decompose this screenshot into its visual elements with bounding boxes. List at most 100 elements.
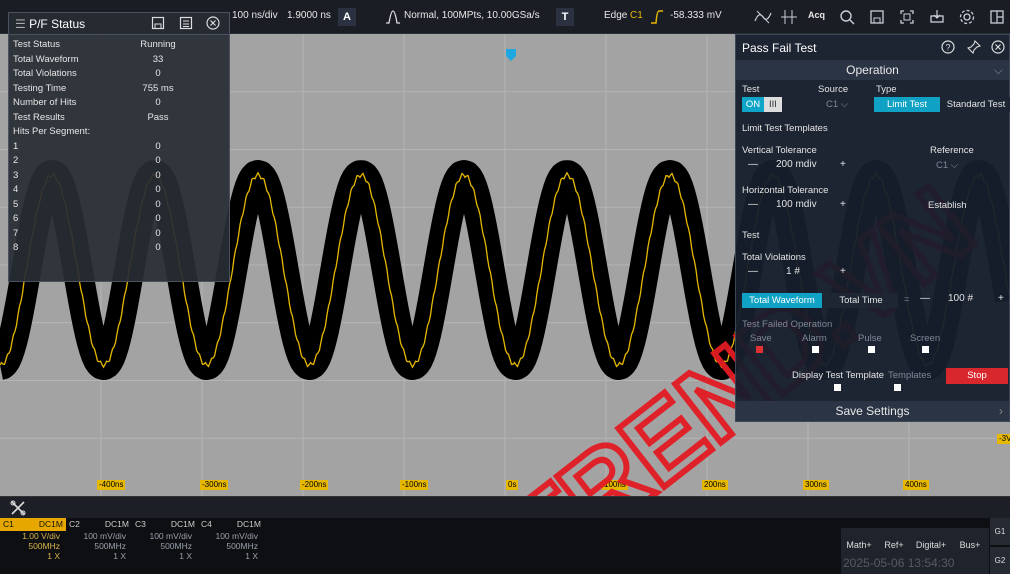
- channel-probe: 1 X: [113, 551, 126, 561]
- right-level-marker: -3V: [997, 434, 1010, 444]
- pf-status-row: 50: [13, 199, 225, 213]
- acq-icon-label[interactable]: Acq: [808, 10, 825, 20]
- minus-button[interactable]: —: [920, 293, 930, 304]
- pf-status-row: Hits Per Segment:: [13, 126, 225, 140]
- templates-checkbox[interactable]: [894, 384, 901, 391]
- trigger-source-readout[interactable]: C1: [630, 10, 643, 21]
- channel-c1-card[interactable]: C1 DC1M 1.00 V/div 500MHz 1 X: [0, 518, 66, 574]
- pin-icon[interactable]: [966, 39, 982, 57]
- channel-header: C3 DC1M: [132, 518, 198, 531]
- vertical-tolerance-value[interactable]: 200 mdiv: [776, 159, 817, 170]
- close-icon[interactable]: [991, 40, 1005, 57]
- timebase-readout[interactable]: 100 ns/div: [232, 10, 278, 21]
- test-toggle-on[interactable]: ON: [742, 97, 764, 112]
- horizontal-tolerance-stepper[interactable]: — 100 mdiv +: [742, 199, 872, 215]
- test-label: Test: [742, 84, 760, 95]
- fail-pulse-checkbox[interactable]: [868, 346, 875, 353]
- minus-button[interactable]: —: [748, 199, 758, 210]
- vertical-tolerance-stepper[interactable]: — 200 mdiv +: [742, 159, 872, 175]
- pf-status-value: 0: [155, 155, 161, 166]
- print-icon[interactable]: [926, 6, 948, 28]
- channel-bandwidth: 500MHz: [226, 541, 258, 551]
- g2-button[interactable]: G2: [990, 547, 1010, 574]
- channel-probe: 1 X: [47, 551, 60, 561]
- waveform-count-value[interactable]: 100 #: [948, 293, 973, 304]
- fail-screen-checkbox[interactable]: [922, 346, 929, 353]
- trigger-type-readout[interactable]: Edge: [604, 10, 627, 21]
- stop-button[interactable]: Stop: [946, 368, 1008, 384]
- acquisition-mode-readout[interactable]: Normal, 100MPts, 10.00GSa/s: [404, 10, 540, 21]
- bus-add-button[interactable]: Bus+: [951, 528, 989, 574]
- close-icon[interactable]: [205, 16, 221, 32]
- pf-status-key: 7: [13, 227, 19, 239]
- svg-text:?: ?: [945, 43, 950, 53]
- limit-test-button[interactable]: Limit Test: [874, 97, 940, 112]
- plus-button[interactable]: +: [998, 293, 1004, 304]
- horizontal-tolerance-value[interactable]: 100 mdiv: [776, 199, 817, 210]
- search-icon[interactable]: [836, 6, 858, 28]
- establish-button[interactable]: Establish: [928, 200, 967, 211]
- plus-button[interactable]: +: [840, 159, 846, 170]
- source-select[interactable]: C1 ⌵: [826, 99, 848, 110]
- channel-header: C2 DC1M: [66, 518, 132, 531]
- save-settings-label: Save Settings: [835, 404, 910, 418]
- channel-scale: 100 mV/div: [215, 531, 258, 541]
- total-time-button[interactable]: Total Time: [824, 293, 898, 308]
- cursor-icon[interactable]: [778, 6, 800, 28]
- fail-save-checkbox[interactable]: [756, 346, 763, 353]
- tools-icon[interactable]: [10, 500, 26, 519]
- help-icon[interactable]: ?: [941, 40, 955, 57]
- total-waveform-button[interactable]: Total Waveform: [742, 293, 822, 308]
- trigger-delay-readout[interactable]: 1.9000 ns: [287, 10, 331, 21]
- save-settings-section[interactable]: Save Settings ›: [736, 401, 1009, 421]
- channel-name: C2: [69, 519, 80, 529]
- display-template-label: Display Test Template: [792, 370, 885, 381]
- total-violations-stepper[interactable]: — 1 # +: [742, 266, 872, 282]
- channel-probe: 1 X: [245, 551, 258, 561]
- pf-status-title-text: P/F Status: [29, 17, 86, 31]
- chevron-right-icon: ›: [999, 404, 1003, 418]
- screenshot-icon[interactable]: [896, 6, 918, 28]
- waveform-count-stepper[interactable]: — 100 # +: [920, 293, 1010, 309]
- pf-status-row: Test Status Running: [13, 39, 225, 53]
- plus-button[interactable]: +: [840, 199, 846, 210]
- test-toggle-off[interactable]: III: [764, 97, 782, 112]
- pf-status-value: 0: [155, 227, 161, 239]
- pf-status-row: Test Results Pass: [13, 112, 225, 126]
- layout-icon[interactable]: [986, 6, 1008, 28]
- display-template-checkbox[interactable]: [834, 384, 841, 391]
- pf-status-key: 6: [13, 213, 19, 224]
- vertical-tolerance-label: Vertical Tolerance: [742, 145, 817, 156]
- channel-c2-card[interactable]: C2 DC1M 100 mV/div 500MHz 1 X: [66, 518, 132, 574]
- fail-alarm-checkbox[interactable]: [812, 346, 819, 353]
- pf-status-key: 8: [13, 242, 19, 253]
- save-icon[interactable]: [866, 6, 888, 28]
- chevron-down-icon: ⌵: [993, 63, 1003, 77]
- calculator-icon[interactable]: [178, 16, 194, 32]
- reference-select[interactable]: C1 ⌵: [936, 160, 958, 171]
- g1-button[interactable]: G1: [990, 518, 1010, 545]
- pf-status-header: ☰ P/F Status: [9, 13, 229, 35]
- channel-c4-card[interactable]: C4 DC1M 100 mV/div 500MHz 1 X: [198, 518, 264, 574]
- pf-status-value: 0: [155, 198, 161, 210]
- standard-test-button[interactable]: Standard Test: [942, 97, 1010, 112]
- measure-icon[interactable]: [752, 6, 774, 28]
- operation-section-header[interactable]: Operation ⌵: [736, 60, 1009, 80]
- channel-name: C4: [201, 519, 212, 529]
- trigger-level-readout[interactable]: -58.333 mV: [670, 10, 722, 21]
- minus-button[interactable]: —: [748, 266, 758, 277]
- channel-name: C3: [135, 519, 146, 529]
- bottom-toolbar: [0, 496, 1010, 518]
- pf-status-key: 1: [13, 140, 19, 152]
- settings-icon[interactable]: [956, 6, 978, 28]
- pf-status-row: 40: [13, 184, 225, 198]
- menu-icon[interactable]: ☰: [15, 17, 29, 31]
- pf-status-key: Hits Per Segment:: [13, 126, 91, 137]
- time-tick-label: 400ns: [903, 480, 929, 490]
- minus-button[interactable]: —: [748, 159, 758, 170]
- plus-button[interactable]: +: [840, 266, 846, 277]
- save-icon[interactable]: [150, 16, 166, 32]
- pf-status-key: Total Violations: [13, 68, 77, 79]
- channel-c3-card[interactable]: C3 DC1M 100 mV/div 500MHz 1 X: [132, 518, 198, 574]
- violations-value[interactable]: 1 #: [786, 266, 800, 277]
